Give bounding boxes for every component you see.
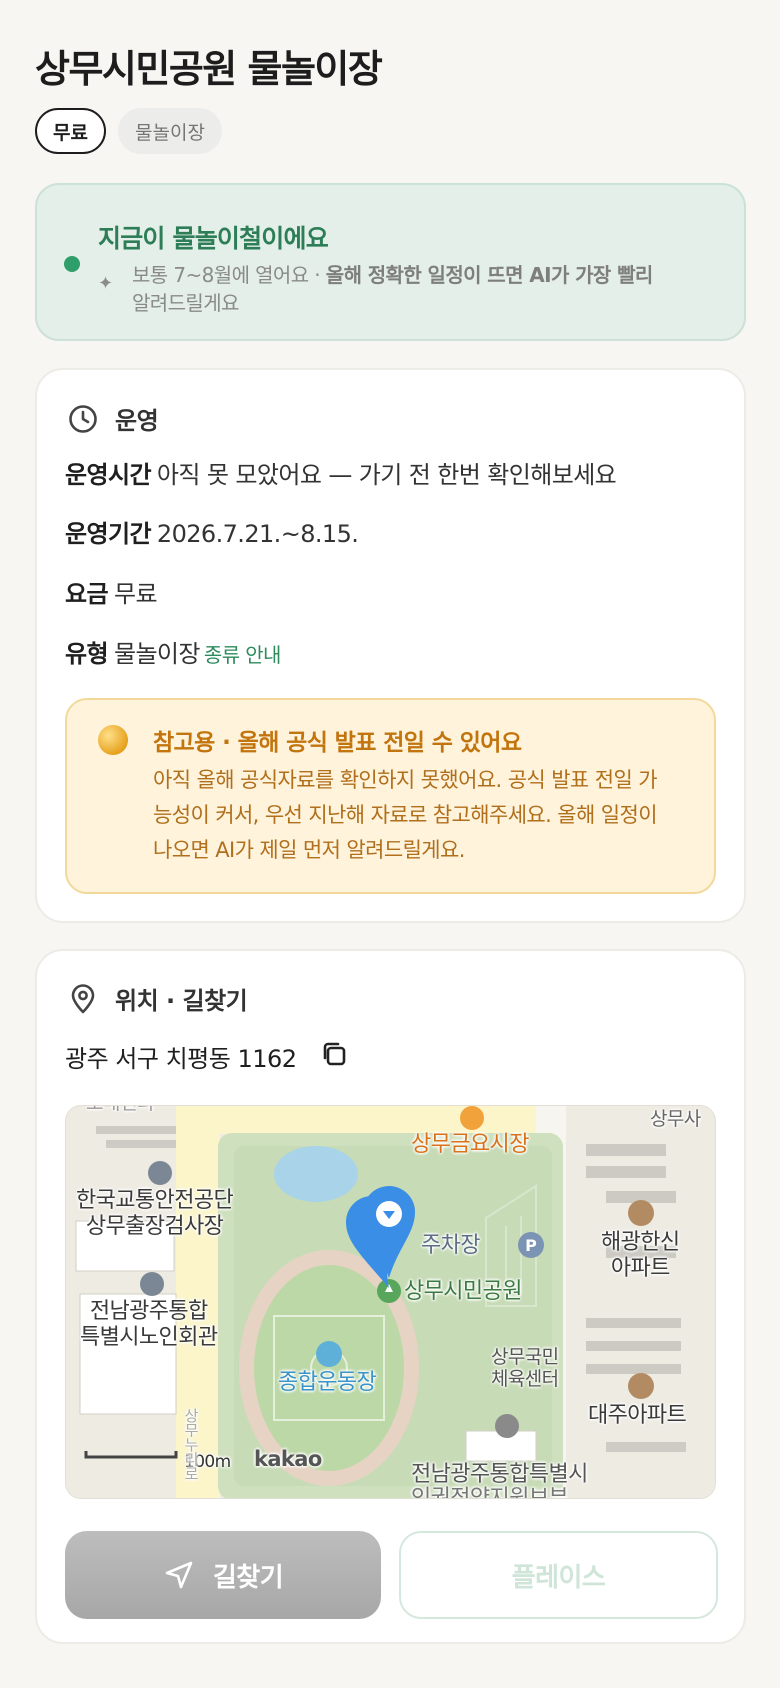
address-text: 광주 서구 치평동 1162 (65, 1045, 297, 1073)
map-pin-icon (71, 983, 95, 1013)
hours-value: 아직 못 모았어요 — 가기 전 한번 확인해보세요 (156, 461, 617, 489)
place-button-label: 플레이스 (511, 1562, 606, 1593)
coin-icon (98, 725, 128, 755)
operation-header: 운영 (67, 401, 159, 436)
clock-icon (69, 404, 97, 433)
map-label-transport: 한국교통안전공단 상무출장검사장 (76, 1188, 234, 1239)
period-value: 2026.7.21.~8.15. (156, 520, 359, 548)
notice-body: 아직 올해 공식자료를 확인하지 못했어요. 공식 발표 전일 가능성이 커서,… (153, 768, 658, 862)
banner-description: 보통 7~8월에 열어요 · 올해 정확한 일정이 뜨면 AI가 가장 빨리 알… (132, 261, 722, 317)
map-label-parking: 주차장 (421, 1233, 481, 1258)
operation-title: 운영 (115, 407, 159, 435)
map-label-bottom: 전남광주통합특별시 (411, 1462, 588, 1487)
reference-notice: 참고용 · 올해 공식 발표 전일 수 있어요 아직 올해 공식자료를 확인하지… (65, 698, 716, 894)
fee-chip: 무료 (35, 108, 106, 154)
fee-value: 무료 (113, 580, 158, 608)
operation-card: 운영 운영시간 아직 못 모았어요 — 가기 전 한번 확인해보세요 운영기간 20… (35, 368, 746, 923)
map-label-road: 상무누리로 (182, 1408, 200, 1481)
type-guide-link[interactable]: 종류 안내 (204, 643, 282, 667)
hours-row: 운영시간 아직 못 모았어요 — 가기 전 한번 확인해보세요 (65, 455, 617, 490)
status-dot (64, 256, 80, 272)
map-label-topright: 상무사 (650, 1108, 701, 1130)
period-label: 운영기간 (65, 520, 152, 548)
banner-desc-tail: 알려드릴게요 (132, 291, 239, 315)
sparkle-icon: ✦ (98, 273, 114, 294)
map-label-market: 상무금요시장 (411, 1132, 529, 1157)
address-row: 광주 서구 치평동 1162 (65, 1039, 349, 1074)
route-button-label: 길찾기 (212, 1562, 284, 1593)
place-button[interactable]: 플레이스 (399, 1531, 718, 1619)
route-button[interactable]: 길찾기 (65, 1531, 381, 1619)
location-map[interactable]: P 한국교통안전공단 상무출장검사장 전남광주통합 특별시노인회관 상무금요시장 주… (65, 1105, 716, 1499)
map-label-bottom2: 인권정약지원보부 (411, 1486, 569, 1499)
navigation-icon (165, 1561, 193, 1589)
map-label-apt1: 해광한신 아파트 (601, 1230, 680, 1281)
map-label-topleft: 도매센터 (86, 1106, 154, 1116)
copy-icon[interactable] (319, 1039, 349, 1069)
kakao-logo: kakao (254, 1447, 322, 1471)
fee-label: 요금 (65, 580, 109, 608)
map-label-apt2: 대주아파트 (588, 1403, 687, 1428)
location-card: 위치 · 길찾기 광주 서구 치평동 1162 P 한국교통안전공단 상무출장검… (35, 949, 746, 1644)
fee-row: 요금 무료 (65, 574, 158, 609)
banner-desc-plain: 보통 7~8월에 열어요 · (132, 263, 326, 287)
notice-title: 참고용 · 올해 공식 발표 전일 수 있어요 (153, 730, 522, 756)
banner-title: 지금이 물놀이철이에요 (98, 224, 329, 253)
map-label-park: 상무시민공원 (404, 1279, 522, 1304)
type-row: 유형 물놀이장 종류 안내 (65, 634, 281, 669)
type-label: 유형 (65, 640, 109, 668)
hours-label: 운영시간 (65, 461, 152, 489)
page-title: 상무시민공원 물놀이장 (35, 47, 383, 91)
location-header: 위치 · 길찾기 (67, 981, 248, 1016)
type-value: 물놀이장 (113, 640, 201, 668)
banner-desc-bold: 올해 정확한 일정이 뜨면 AI가 가장 빨리 (325, 263, 654, 287)
location-title: 위치 · 길찾기 (115, 987, 248, 1015)
period-row: 운영기간 2026.7.21.~8.15. (65, 514, 359, 549)
map-label-senior: 전남광주통합 특별시노인회관 (80, 1299, 218, 1350)
svg-text:P: P (525, 1236, 537, 1255)
season-banner: 지금이 물놀이철이에요 ✦ 보통 7~8월에 열어요 · 올해 정확한 일정이 … (35, 183, 746, 341)
map-label-stadium: 종합운동장 (278, 1370, 377, 1395)
type-chip[interactable]: 물놀이장 (118, 108, 222, 154)
map-label-sports: 상무국민 체육센터 (491, 1346, 559, 1390)
